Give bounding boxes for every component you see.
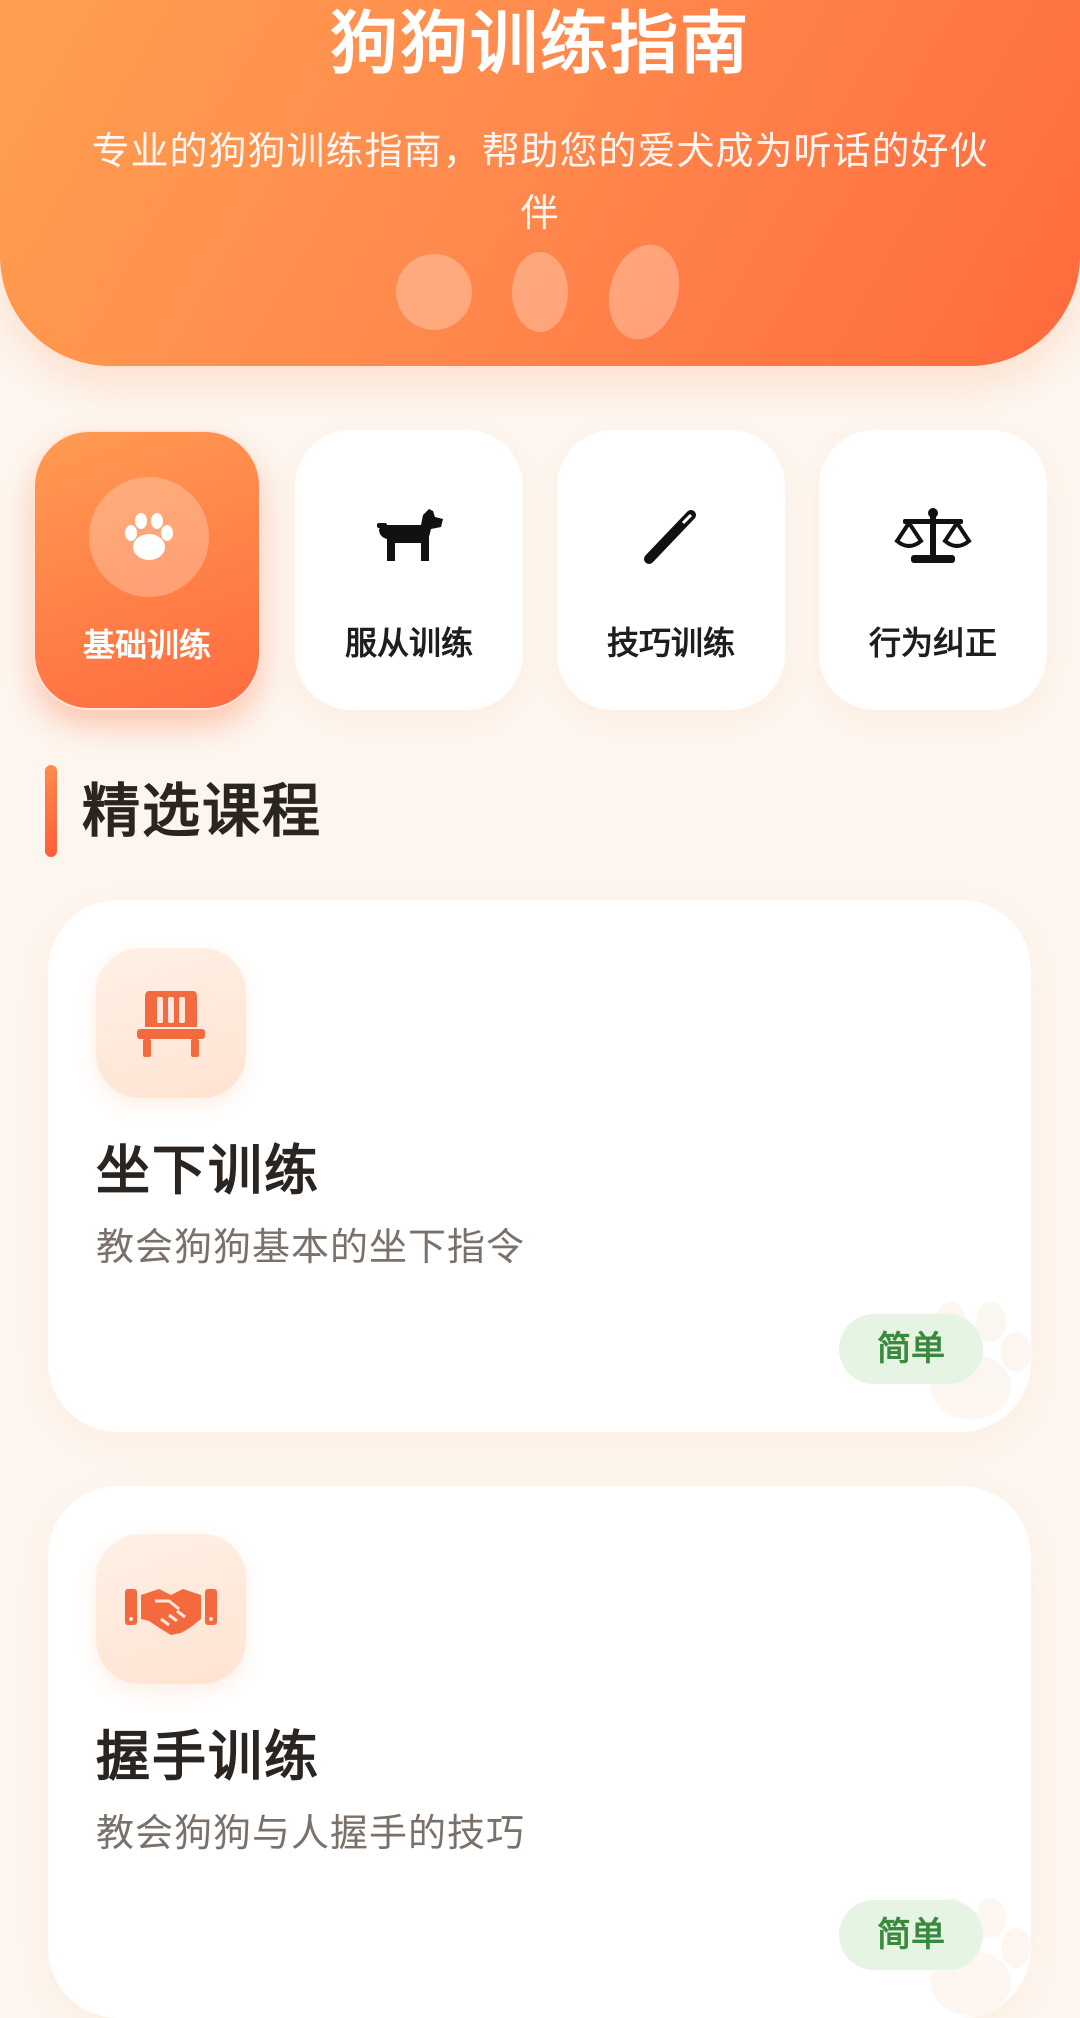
category-grid: 基础训练 服从训练 技巧训练 行为纠正	[33, 430, 1047, 710]
handshake-icon	[96, 1534, 246, 1684]
page-title: 狗狗训练指南	[329, 5, 750, 84]
course-title: 握手训练	[96, 1725, 320, 1788]
category-label: 基础训练	[82, 626, 211, 664]
category-behavior-correction[interactable]: 行为纠正	[819, 430, 1047, 710]
hero-banner: 狗狗训练指南 专业的狗狗训练指南，帮助您的爱犬成为听话的好伙伴	[0, 0, 1080, 366]
wand-icon	[611, 475, 731, 595]
category-label: 行为纠正	[868, 624, 997, 662]
decorative-paw-dot	[598, 236, 690, 348]
chair-icon	[96, 948, 246, 1098]
difficulty-badge: 简单	[839, 1900, 983, 1970]
course-card[interactable]: 握手训练 教会狗狗与人握手的技巧 简单	[48, 1486, 1031, 2018]
page-subtitle: 专业的狗狗训练指南，帮助您的爱犬成为听话的好伙伴	[91, 129, 989, 235]
section-title: 精选课程	[82, 777, 323, 845]
decorative-paw-dot	[512, 252, 568, 332]
course-card[interactable]: 坐下训练 教会狗狗基本的坐下指令 简单	[48, 900, 1031, 1432]
course-description: 教会狗狗基本的坐下指令	[96, 1225, 526, 1269]
category-obedience-training[interactable]: 服从训练	[295, 430, 523, 710]
scale-icon	[873, 475, 993, 595]
category-label: 服从训练	[344, 624, 473, 662]
dog-icon	[349, 475, 469, 595]
category-label: 技巧训练	[606, 624, 735, 662]
decorative-paw-dot	[382, 240, 486, 344]
paw-icon	[89, 477, 209, 597]
difficulty-badge: 简单	[839, 1314, 983, 1384]
section-accent-bar	[45, 765, 57, 857]
category-basic-training[interactable]: 基础训练	[33, 430, 261, 710]
category-trick-training[interactable]: 技巧训练	[557, 430, 785, 710]
course-title: 坐下训练	[96, 1139, 320, 1202]
course-description: 教会狗狗与人握手的技巧	[96, 1811, 526, 1855]
